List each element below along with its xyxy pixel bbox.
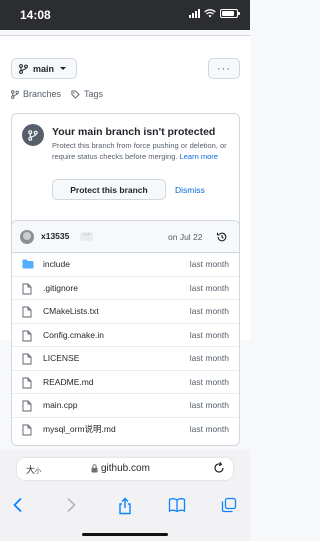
battery-icon bbox=[220, 9, 240, 18]
tag-icon bbox=[71, 89, 80, 99]
file-icon bbox=[22, 400, 32, 412]
file-icon bbox=[22, 424, 32, 435]
tabs-icon[interactable] bbox=[221, 497, 237, 513]
latest-commit-bar: x13535 ··· on Jul 22 bbox=[12, 221, 239, 253]
file-row-readme[interactable]: README.md last month bbox=[12, 371, 239, 394]
file-name: LICENSE bbox=[43, 353, 80, 364]
status-icons bbox=[189, 9, 240, 18]
branches-label: Branches bbox=[23, 89, 62, 99]
branch-selector-button[interactable]: main bbox=[11, 58, 77, 79]
repo-links: Branches Tags bbox=[11, 89, 103, 99]
file-row-cmakelists[interactable]: CMakeLists.txt last month bbox=[12, 300, 239, 324]
lock-icon bbox=[91, 464, 98, 473]
file-row-mysql-orm-doc[interactable]: mysql_orm说明.md last month bbox=[12, 418, 239, 442]
status-bar: 14:08 bbox=[0, 0, 250, 30]
file-date: last month bbox=[189, 306, 229, 317]
browser-toolbar bbox=[0, 492, 250, 541]
caret-down-icon bbox=[60, 67, 67, 70]
forward-icon[interactable] bbox=[64, 497, 78, 513]
commit-message-toggle[interactable]: ··· bbox=[80, 231, 93, 241]
protection-description: Protect this branch from force pushing o… bbox=[52, 140, 232, 162]
text-size-big: 大 bbox=[26, 465, 36, 475]
file-date: last month bbox=[189, 282, 229, 293]
more-options-button[interactable]: ··· bbox=[208, 58, 240, 79]
learn-more-link[interactable]: Learn more bbox=[180, 152, 218, 161]
status-time: 14:08 bbox=[20, 8, 51, 22]
file-list: x13535 ··· on Jul 22 include last month … bbox=[11, 220, 240, 446]
file-row-config-cmake[interactable]: Config.cmake.in last month bbox=[12, 324, 239, 347]
file-name: include bbox=[43, 259, 70, 270]
file-row-include[interactable]: include last month bbox=[12, 253, 239, 277]
avatar[interactable] bbox=[20, 230, 34, 244]
folder-icon bbox=[22, 259, 34, 269]
protection-title: Your main branch isn't protected bbox=[52, 126, 216, 138]
file-date: last month bbox=[189, 376, 229, 387]
url-text: github.com bbox=[101, 463, 150, 474]
file-icon bbox=[22, 330, 32, 341]
file-name: mysql_orm说明.md bbox=[43, 424, 116, 435]
branches-link[interactable]: Branches bbox=[11, 89, 61, 99]
branch-icon bbox=[11, 89, 19, 99]
commit-date: on Jul 22 bbox=[168, 232, 203, 242]
file-date: last month bbox=[189, 424, 229, 435]
browser-address-area: 大小 github.com bbox=[0, 450, 250, 492]
file-name: main.cpp bbox=[43, 400, 78, 411]
file-date: last month bbox=[189, 353, 229, 364]
share-icon[interactable] bbox=[117, 497, 133, 515]
file-row-gitignore[interactable]: .gitignore last month bbox=[12, 277, 239, 300]
commit-author[interactable]: x13535 bbox=[41, 231, 69, 241]
url-display: github.com bbox=[91, 463, 150, 474]
reload-icon[interactable] bbox=[212, 461, 226, 475]
file-date: last month bbox=[189, 400, 229, 411]
tags-label: Tags bbox=[84, 89, 104, 99]
text-size-small: 小 bbox=[35, 469, 42, 475]
divider bbox=[0, 30, 250, 36]
text-size-button[interactable]: 大小 bbox=[26, 463, 41, 476]
branch-icon bbox=[19, 63, 28, 74]
file-row-license[interactable]: LICENSE last month bbox=[12, 347, 239, 371]
cellular-signal-icon bbox=[189, 9, 200, 18]
history-icon[interactable] bbox=[216, 231, 228, 243]
file-row-main-cpp[interactable]: main.cpp last month bbox=[12, 394, 239, 418]
dismiss-button[interactable]: Dismiss bbox=[175, 185, 205, 195]
file-date: last month bbox=[189, 329, 229, 340]
file-name: .gitignore bbox=[43, 282, 78, 293]
file-icon bbox=[22, 353, 32, 365]
address-bar[interactable]: 大小 github.com bbox=[17, 458, 233, 480]
file-icon bbox=[22, 283, 32, 294]
tags-link[interactable]: Tags bbox=[71, 89, 103, 99]
file-name: Config.cmake.in bbox=[43, 329, 104, 340]
file-icon bbox=[22, 306, 32, 318]
back-icon[interactable] bbox=[11, 497, 25, 513]
file-icon bbox=[22, 377, 32, 388]
file-date: last month bbox=[189, 259, 229, 270]
protect-branch-button[interactable]: Protect this branch bbox=[52, 179, 166, 200]
file-name: CMakeLists.txt bbox=[43, 306, 99, 317]
bookmarks-icon[interactable] bbox=[168, 497, 186, 513]
branch-icon bbox=[22, 124, 44, 146]
file-name: README.md bbox=[43, 376, 94, 387]
wifi-icon bbox=[204, 9, 216, 18]
branch-label: main bbox=[33, 63, 55, 74]
home-indicator bbox=[82, 533, 168, 536]
